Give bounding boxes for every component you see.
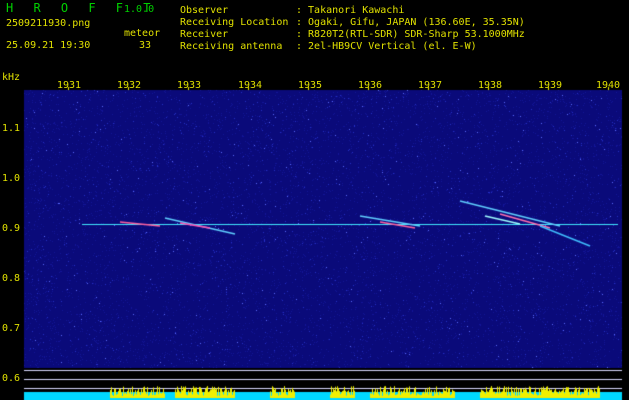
y-tick-label: 0.6 — [2, 373, 21, 384]
info-value-antenna: : 2el-HB9CV Vertical (el. E-W) — [296, 41, 477, 52]
info-label-receiver: Receiver — [180, 29, 229, 40]
x-tick-label: 1931 — [57, 80, 82, 91]
y-tick-label: 1.1 — [2, 123, 21, 134]
x-tick-label: 1939 — [538, 80, 563, 91]
info-value-observer: : Takanori Kawachi — [296, 5, 405, 16]
info-label-observer: Observer — [180, 5, 229, 16]
x-tick-label: 1933 — [177, 80, 202, 91]
y-tick-label: 0.9 — [2, 223, 21, 234]
datetime: 25.09.21 19:30 — [6, 40, 91, 51]
info-label-location: Receiving Location — [180, 17, 289, 28]
info-label-antenna: Receiving antenna — [180, 41, 283, 52]
y-tick-label: 0.8 — [2, 273, 21, 284]
meteor-count: 33 — [139, 40, 152, 51]
axis-labels: kHz 1931 1932 1933 1934 1935 1936 1937 1… — [0, 68, 629, 400]
x-tick-label: 1936 — [358, 80, 383, 91]
x-tick-label: 1935 — [298, 80, 323, 91]
header-panel: H R O F F T 1.0.0 2509211930.png 25.09.2… — [0, 0, 629, 68]
y-unit-label: kHz — [2, 72, 21, 83]
x-tick-label: 1934 — [238, 80, 263, 91]
info-value-receiver: : R820T2(RTL-SDR) SDR-Sharp 53.1000MHz — [296, 29, 525, 40]
x-tick-label: 1938 — [478, 80, 503, 91]
x-tick-label: 1940 — [596, 80, 621, 91]
y-tick-label: 0.7 — [2, 323, 21, 334]
file-name: 2509211930.png — [6, 18, 91, 29]
x-tick-label: 1937 — [418, 80, 443, 91]
info-value-location: : Ogaki, Gifu, JAPAN (136.60E, 35.35N) — [296, 17, 525, 28]
y-tick-label: 1.0 — [2, 173, 21, 184]
app-version: 1.0.0 — [124, 4, 155, 15]
x-tick-label: 1932 — [117, 80, 142, 91]
meteor-label: meteor — [124, 28, 161, 39]
